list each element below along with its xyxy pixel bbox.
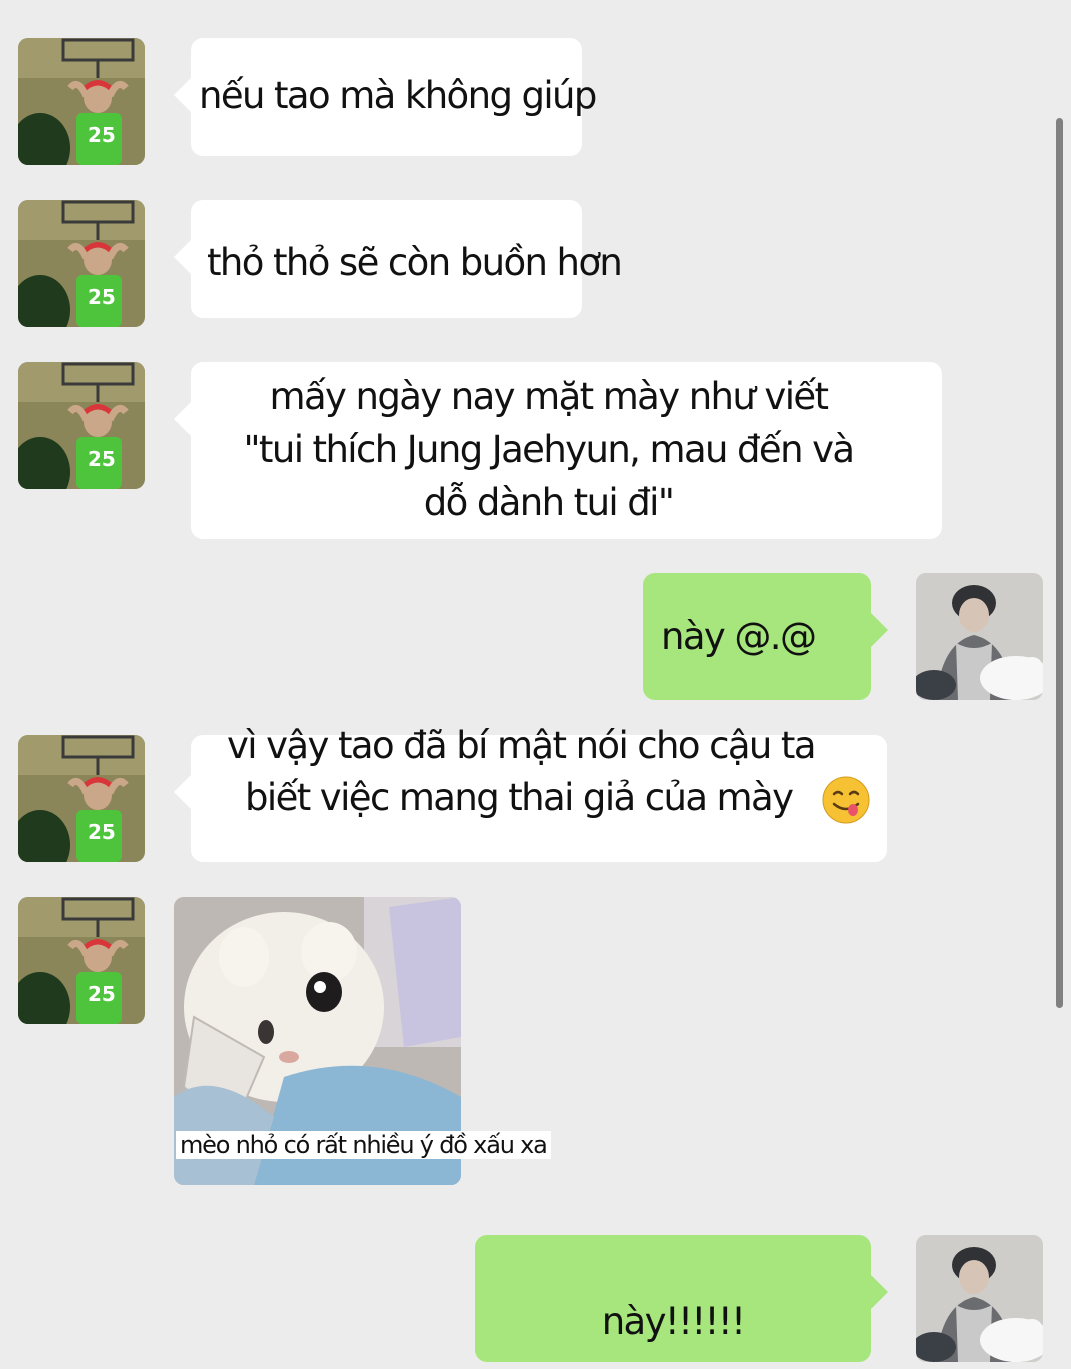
message-text: này!!!!!! — [601, 1300, 746, 1343]
avatar[interactable] — [18, 200, 145, 327]
smiling-face-savoring-food-icon — [822, 776, 870, 823]
message-text: "tui thích Jung Jaehyun, mau đến và — [243, 428, 856, 471]
message-text: biết việc mang thai giả của mày — [245, 776, 794, 819]
message-text: thỏ thỏ sẽ còn buồn hơn — [207, 241, 623, 284]
message-bubble[interactable]: này @.@ — [643, 573, 888, 700]
message-text: mấy ngày nay mặt mày như viết — [269, 375, 830, 418]
message-text: nếu tao mà không giúp — [199, 74, 597, 117]
avatar[interactable] — [18, 38, 145, 165]
avatar-icon — [18, 362, 145, 489]
message-text: vì vậy tao đã bí mật nói cho cậu ta — [227, 724, 817, 767]
message-bubble[interactable]: vì vậy tao đã bí mật nói cho cậu ta biết… — [174, 724, 887, 862]
avatar[interactable] — [18, 735, 145, 862]
avatar-icon — [18, 200, 145, 327]
message-text: dỗ dành tui đi" — [423, 481, 675, 524]
avatar[interactable] — [916, 573, 1043, 700]
avatar-icon — [18, 735, 145, 862]
avatar-icon — [916, 573, 1043, 700]
message-text: này @.@ — [661, 615, 817, 658]
message-bubble[interactable]: mấy ngày nay mặt mày như viết "tui thích… — [174, 362, 942, 539]
avatar-icon — [18, 897, 145, 1024]
avatar[interactable] — [18, 362, 145, 489]
scrollbar[interactable] — [1056, 118, 1063, 1008]
image-caption: mèo nhỏ có rất nhiều ý đồ xấu xa — [176, 1119, 551, 1171]
avatar[interactable] — [916, 1235, 1043, 1362]
avatar-icon — [18, 38, 145, 165]
avatar-icon — [916, 1235, 1043, 1362]
avatar[interactable] — [18, 897, 145, 1024]
message-bubble[interactable]: thỏ thỏ sẽ còn buồn hơn — [174, 200, 623, 318]
message-bubble[interactable]: nếu tao mà không giúp — [174, 38, 597, 156]
message-bubble[interactable]: này!!!!!! — [475, 1235, 888, 1362]
